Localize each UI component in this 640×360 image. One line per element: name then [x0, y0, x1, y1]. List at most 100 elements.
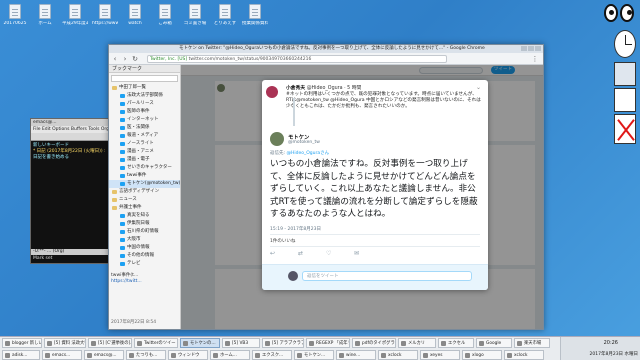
taskbar-button[interactable]: ホーム...: [210, 350, 250, 360]
bookmark-icon: [120, 118, 125, 122]
bookmark-search-input[interactable]: [111, 75, 178, 82]
desktop-icon-h29[interactable]: 平成29年度あばば: [62, 4, 88, 26]
bookmark-item[interactable]: 伊集院日報: [109, 220, 180, 228]
taskbar-button[interactable]: たつりも...: [126, 350, 166, 360]
taskbar-button[interactable]: xclock: [504, 350, 544, 360]
taskbar-button[interactable]: メルカリ: [398, 338, 436, 348]
taskbar-button[interactable]: adisk...: [2, 350, 40, 360]
message-icon[interactable]: ✉: [354, 250, 359, 257]
bookmark-item[interactable]: せいきのキャラクター: [109, 164, 180, 172]
like-count[interactable]: 1件のいいね: [270, 238, 295, 244]
taskbar-button[interactable]: [5] 資料 法政大学...: [44, 338, 86, 348]
address-bar[interactable]: Twitter, Inc. [US] twitter.com/motoken_t…: [147, 55, 447, 63]
maximize-button[interactable]: [528, 46, 534, 51]
taskbar-button[interactable]: xclock: [378, 350, 418, 360]
bookmark-item[interactable]: 弁護士事件: [109, 204, 180, 212]
close-button[interactable]: [535, 46, 541, 51]
desktop-icon-link[interactable]: https://www.yo...: [92, 4, 118, 26]
link-file-icon: [99, 4, 111, 19]
reply-icon[interactable]: ↩: [270, 250, 275, 257]
taskbar-button[interactable]: xlogo: [462, 350, 502, 360]
emacs-titlebar[interactable]: emacs@...: [31, 119, 111, 126]
bookmark-label: 真実を知る: [127, 213, 150, 218]
bookmark-item[interactable]: 法政大法学部関係: [109, 92, 180, 100]
bookmark-item[interactable]: 大阪市: [109, 236, 180, 244]
taskbar-label: ウィンドウ: [178, 353, 200, 358]
taskbar-button[interactable]: [5] アラブクラブ: [262, 338, 304, 348]
taskbar-label: blogger 新しい投稿: [12, 341, 41, 346]
back-button[interactable]: ‹: [111, 55, 119, 63]
like-icon[interactable]: ♡: [326, 250, 331, 257]
preview-link[interactable]: https://twitt...: [111, 279, 178, 285]
emacs-menubar[interactable]: File Edit Options Buffers Tools Org Tbl: [31, 126, 111, 133]
taskbar-button[interactable]: モトケンの…: [180, 338, 220, 348]
emacs-toolbar[interactable]: [31, 133, 111, 141]
avatar[interactable]: [266, 86, 278, 98]
app-icon: [441, 341, 446, 346]
browser-titlebar[interactable]: モトケン on Twitter: "@Hideo_Oguraいつもの小倉論法です…: [109, 45, 543, 53]
quoted-author-name[interactable]: 小倉秀夫: [286, 86, 305, 91]
taskbar-button[interactable]: wine...: [336, 350, 376, 360]
taskbar-button[interactable]: emacs...: [42, 350, 82, 360]
taskbar-button[interactable]: Google: [476, 338, 512, 348]
bookmark-item[interactable]: テレビ: [109, 260, 180, 268]
taskbar-label: エクスク...: [262, 353, 284, 358]
bookmark-item[interactable]: 漫画・アニメ: [109, 148, 180, 156]
forward-button[interactable]: ›: [121, 55, 129, 63]
taskbar-button[interactable]: [5] VB3: [222, 338, 260, 348]
bookmark-item[interactable]: その他の情報: [109, 252, 180, 260]
emacs-window[interactable]: emacs@... File Edit Options Buffers Tool…: [30, 118, 112, 264]
avatar[interactable]: [270, 132, 284, 146]
taskbar-button[interactable]: エクセル: [438, 338, 474, 348]
desktop-icon-trash-place[interactable]: ゴミ置き場: [182, 4, 208, 26]
taskbar-button[interactable]: モトケン...: [294, 350, 334, 360]
taskbar-button[interactable]: エクスク...: [252, 350, 292, 360]
clock-date[interactable]: 2017年8月23日 水曜日: [590, 351, 638, 357]
emacs-buffer[interactable]: 新しいキーボード * 日記 (2017年8月22日 (火曜日)) : 日記を書き…: [31, 141, 111, 163]
bookmark-item[interactable]: 漫画・電子: [109, 156, 180, 164]
reload-button[interactable]: ↻: [131, 55, 139, 63]
more-options-icon[interactable]: ⌄: [476, 84, 481, 91]
desktop-icon-watch[interactable]: watch: [122, 4, 148, 26]
desktop-icon-toriaezu[interactable]: とりあえず: [212, 4, 238, 26]
desktop-icon-lecture[interactable]: 授業関係資料: [242, 4, 268, 26]
bookmark-item[interactable]: 真実を知る: [109, 212, 180, 220]
desktop-icon-20170625[interactable]: 20170625: [2, 4, 28, 26]
desktop-icon-home[interactable]: ホーム: [32, 4, 58, 26]
folder-icon: [112, 206, 117, 210]
taskbar-button[interactable]: pdfのタイポグラフィ: [352, 338, 396, 348]
reply-input[interactable]: 返信をツイート: [302, 271, 472, 281]
clock-time[interactable]: 20:26: [604, 340, 618, 346]
menu-icon[interactable]: ⋮: [531, 55, 539, 63]
bookmark-item[interactable]: 石川県の町情報: [109, 228, 180, 236]
taskbar-button[interactable]: ウィンドウ: [168, 350, 208, 360]
bookmark-item[interactable]: twwi事件: [109, 172, 180, 180]
bookmark-item[interactable]: 中田了郎一覧: [109, 84, 180, 92]
bookmark-item[interactable]: ノースライト: [109, 140, 180, 148]
reply-to-handle[interactable]: @Hideo_Oguraさん: [286, 151, 329, 156]
retweet-icon[interactable]: ⇄: [298, 250, 303, 257]
tweet-timestamp[interactable]: 15:19 - 2017年8月23日: [270, 226, 321, 232]
quoted-tweet[interactable]: 小倉秀夫 @Hideo_Ogura · 5 時間 #ネットの利用はいくつかの点で…: [266, 84, 481, 111]
bookmark-item[interactable]: モトケン(@motoken_tw): [109, 180, 180, 188]
bookmark-icon: [120, 158, 125, 162]
taskbar-button[interactable]: blogger 新しい投稿: [2, 338, 42, 348]
desktop-icon-trash[interactable]: ごみ箱: [152, 4, 178, 26]
taskbar-button[interactable]: emacs@...: [84, 350, 124, 360]
bookmark-item[interactable]: パールリース: [109, 100, 180, 108]
taskbar-button[interactable]: 楽天市場: [514, 338, 550, 348]
tweet-author[interactable]: モトケン @motoken_tw: [270, 132, 470, 146]
taskbar-button[interactable]: REGEXP 「成年うず」: [306, 338, 350, 348]
bookmark-item[interactable]: 医・法関係: [109, 124, 180, 132]
bookmark-item[interactable]: 報道・メディア: [109, 132, 180, 140]
taskbar-button[interactable]: xeyes: [420, 350, 460, 360]
bookmark-item[interactable]: 中国の情報: [109, 244, 180, 252]
taskbar-button[interactable]: [5] [C'選挙後の]...: [88, 338, 132, 348]
minimize-button[interactable]: [521, 46, 527, 51]
bookmark-item[interactable]: ニュース: [109, 196, 180, 204]
folder-icon: [219, 4, 231, 19]
bookmark-item[interactable]: 医師の事件: [109, 108, 180, 116]
bookmark-item[interactable]: インターネット: [109, 116, 180, 124]
taskbar-button[interactable]: Twitterのツイート: [134, 338, 178, 348]
bookmark-item[interactable]: 言語ボディデザイン: [109, 188, 180, 196]
